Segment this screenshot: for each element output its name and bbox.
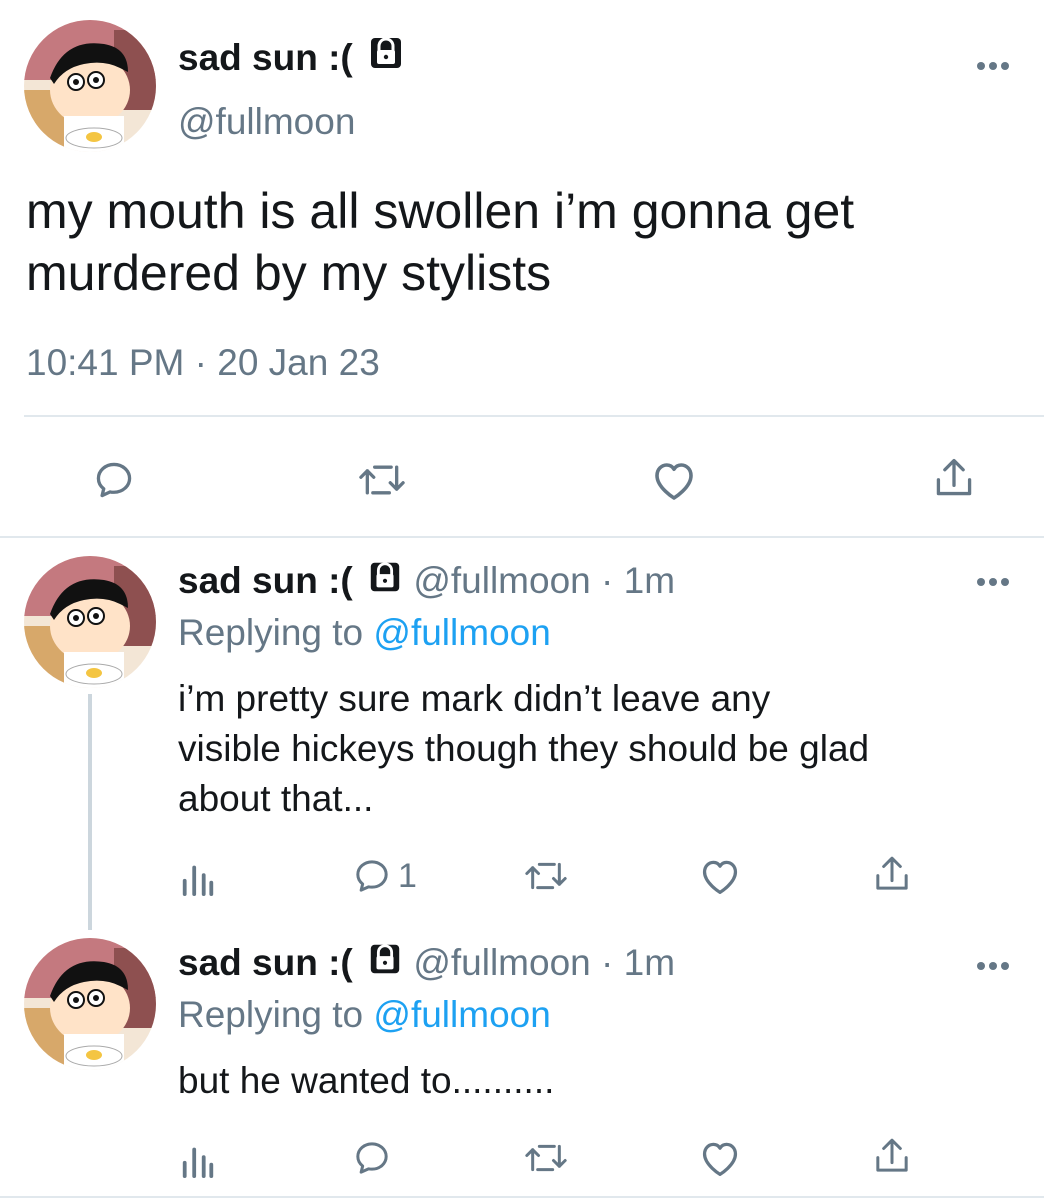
reply-count: 1 xyxy=(398,856,417,895)
retweet-button[interactable] xyxy=(524,1138,568,1178)
lock-icon xyxy=(367,34,405,82)
handle[interactable]: @fullmoon xyxy=(413,942,590,983)
reply-icon xyxy=(96,462,132,498)
avatar[interactable] xyxy=(24,938,156,1070)
retweet-button[interactable] xyxy=(358,458,406,502)
tweet-text-line: murdered by my stylists xyxy=(26,245,552,301)
like-icon xyxy=(702,860,738,894)
reply-text: but he wanted to.......... xyxy=(178,1056,1028,1106)
divider xyxy=(0,536,1044,538)
lock-icon xyxy=(367,941,403,988)
share-icon xyxy=(876,856,908,890)
reply-text-line: but he wanted to.......... xyxy=(178,1060,555,1101)
reply-text-line: visible hickeys though they should be gl… xyxy=(178,728,870,769)
reply-button[interactable] xyxy=(352,1138,392,1178)
tweet-text: my mouth is all swollen i’m gonna get mu… xyxy=(26,180,1026,304)
divider xyxy=(24,415,1044,417)
analytics-icon xyxy=(182,1147,214,1178)
more-icon[interactable] xyxy=(976,958,1010,976)
retweet-icon xyxy=(359,465,405,495)
tweet-text-line: my mouth is all swollen i’m gonna get xyxy=(26,183,855,239)
like-icon xyxy=(655,463,693,500)
lock-icon xyxy=(367,559,403,606)
like-button[interactable] xyxy=(698,856,742,896)
reply-header: sad sun :( @fullmoon · 1m xyxy=(178,558,675,606)
analytics-button[interactable] xyxy=(180,1140,216,1178)
more-icon[interactable] xyxy=(976,58,1010,76)
share-button[interactable] xyxy=(872,852,912,896)
reply-text-line: i’m pretty sure mark didn’t leave any xyxy=(178,678,771,719)
divider xyxy=(0,1196,1044,1198)
handle[interactable]: @fullmoon xyxy=(178,100,355,144)
like-icon xyxy=(702,1142,738,1176)
replying-prefix: Replying to xyxy=(178,612,364,653)
like-button[interactable] xyxy=(650,458,698,502)
replying-handle-link[interactable]: @fullmoon xyxy=(373,612,550,653)
thread-line xyxy=(88,694,92,930)
reply-time: · 1m xyxy=(601,560,676,601)
display-name[interactable]: sad sun :( xyxy=(178,37,353,78)
reply-text-line: about that... xyxy=(178,778,374,819)
timestamp[interactable]: 10:41 PM · 20 Jan 23 xyxy=(26,340,380,386)
display-name[interactable]: sad sun :( xyxy=(178,560,353,601)
avatar[interactable] xyxy=(24,20,156,152)
reply-button[interactable] xyxy=(92,458,136,502)
replying-to: Replying to @fullmoon xyxy=(178,992,551,1038)
share-icon xyxy=(936,458,972,496)
reply-text: i’m pretty sure mark didn’t leave any vi… xyxy=(178,674,1028,824)
analytics-icon xyxy=(182,865,214,896)
like-button[interactable] xyxy=(698,1138,742,1178)
replying-to: Replying to @fullmoon xyxy=(178,610,551,656)
reply-time: · 1m xyxy=(601,942,676,983)
share-button[interactable] xyxy=(872,1134,912,1178)
reply-button[interactable]: 1 xyxy=(352,856,417,896)
replying-handle-link[interactable]: @fullmoon xyxy=(373,994,550,1035)
more-icon[interactable] xyxy=(976,574,1010,592)
share-button[interactable] xyxy=(932,454,976,502)
retweet-icon xyxy=(525,862,567,890)
retweet-icon xyxy=(525,1144,567,1172)
display-name[interactable]: sad sun :( xyxy=(178,942,353,983)
reply-icon xyxy=(356,860,388,892)
share-icon xyxy=(876,1138,908,1172)
replying-prefix: Replying to xyxy=(178,994,364,1035)
reply-header: sad sun :( @fullmoon · 1m xyxy=(178,940,675,988)
retweet-button[interactable] xyxy=(524,856,568,896)
avatar[interactable] xyxy=(24,556,156,688)
analytics-button[interactable] xyxy=(180,858,216,896)
handle[interactable]: @fullmoon xyxy=(413,560,590,601)
reply-icon xyxy=(356,1142,388,1174)
